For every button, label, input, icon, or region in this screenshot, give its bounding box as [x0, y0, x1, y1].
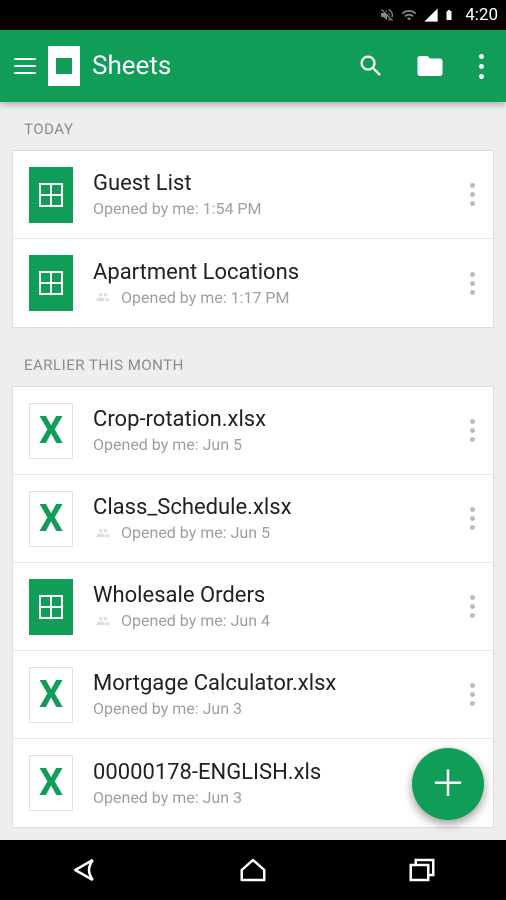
- section-header: EARLIER THIS MONTH: [0, 338, 506, 386]
- home-button[interactable]: [236, 855, 270, 885]
- excel-file-icon: X: [29, 755, 73, 811]
- status-bar: 4:20: [0, 0, 506, 30]
- excel-file-icon: X: [29, 667, 73, 723]
- list-item[interactable]: X Class_Schedule.xlsx Opened by me: Jun 5: [13, 475, 493, 563]
- recents-button[interactable]: [405, 855, 439, 885]
- shared-icon: [93, 614, 113, 628]
- excel-file-icon: X: [29, 491, 73, 547]
- item-subtitle: Opened by me: Jun 3: [93, 788, 458, 807]
- item-overflow-button[interactable]: [458, 583, 487, 630]
- system-nav-bar: [0, 840, 506, 900]
- item-title: Wholesale Orders: [93, 583, 458, 608]
- list-item[interactable]: Apartment Locations Opened by me: 1:17 PM: [13, 239, 493, 327]
- folder-button[interactable]: [415, 51, 445, 81]
- menu-button[interactable]: [14, 58, 36, 74]
- sheets-logo-icon: [48, 46, 80, 86]
- list-item[interactable]: X Crop-rotation.xlsx Opened by me: Jun 5: [13, 387, 493, 475]
- item-title: Class_Schedule.xlsx: [93, 495, 458, 520]
- item-text: Guest List Opened by me: 1:54 PM: [93, 171, 458, 218]
- item-title: Apartment Locations: [93, 260, 458, 285]
- item-subtitle: Opened by me: Jun 5: [93, 435, 458, 454]
- wifi-icon: [399, 7, 419, 23]
- section-header: TODAY: [0, 102, 506, 150]
- plus-icon: ＋: [430, 766, 466, 802]
- item-overflow-button[interactable]: [458, 495, 487, 542]
- sheets-file-icon: [29, 579, 73, 635]
- item-overflow-button[interactable]: [458, 671, 487, 718]
- item-text: Mortgage Calculator.xlsx Opened by me: Ju…: [93, 671, 458, 718]
- item-text: Apartment Locations Opened by me: 1:17 PM: [93, 260, 458, 307]
- item-text: Class_Schedule.xlsx Opened by me: Jun 5: [93, 495, 458, 542]
- signal-icon: [423, 7, 439, 23]
- item-title: 00000178-ENGLISH.xls: [93, 760, 458, 785]
- shared-icon: [93, 290, 113, 304]
- item-overflow-button[interactable]: [458, 171, 487, 218]
- item-subtitle: Opened by me: Jun 4: [93, 611, 458, 630]
- item-subtitle: Opened by me: 1:17 PM: [93, 288, 458, 307]
- sheets-file-icon: [29, 255, 73, 311]
- mute-icon: [379, 7, 395, 23]
- app-bar: Sheets: [0, 30, 506, 102]
- item-text: Wholesale Orders Opened by me: Jun 4: [93, 583, 458, 630]
- excel-file-icon: X: [29, 403, 73, 459]
- item-overflow-button[interactable]: [458, 260, 487, 307]
- battery-icon: [443, 6, 455, 24]
- item-subtitle: Opened by me: Jun 5: [93, 523, 458, 542]
- status-time: 4:20: [465, 5, 498, 25]
- overflow-menu-button[interactable]: [475, 50, 488, 83]
- item-title: Mortgage Calculator.xlsx: [93, 671, 458, 696]
- item-title: Crop-rotation.xlsx: [93, 407, 458, 432]
- item-title: Guest List: [93, 171, 458, 196]
- list-item[interactable]: Wholesale Orders Opened by me: Jun 4: [13, 563, 493, 651]
- item-text: Crop-rotation.xlsx Opened by me: Jun 5: [93, 407, 458, 454]
- file-group: Guest List Opened by me: 1:54 PM Apartment…: [12, 150, 494, 328]
- list-item[interactable]: X Mortgage Calculator.xlsx Opened by me: J…: [13, 651, 493, 739]
- item-text: 00000178-ENGLISH.xls Opened by me: Jun 3: [93, 760, 458, 807]
- list-item[interactable]: Guest List Opened by me: 1:54 PM: [13, 151, 493, 239]
- create-fab[interactable]: ＋: [412, 748, 484, 820]
- search-button[interactable]: [357, 52, 385, 80]
- item-subtitle: Opened by me: Jun 3: [93, 699, 458, 718]
- shared-icon: [93, 526, 113, 540]
- sheets-file-icon: [29, 167, 73, 223]
- item-overflow-button[interactable]: [458, 407, 487, 454]
- item-subtitle: Opened by me: 1:54 PM: [93, 199, 458, 218]
- app-title: Sheets: [92, 51, 357, 81]
- back-button[interactable]: [67, 855, 101, 885]
